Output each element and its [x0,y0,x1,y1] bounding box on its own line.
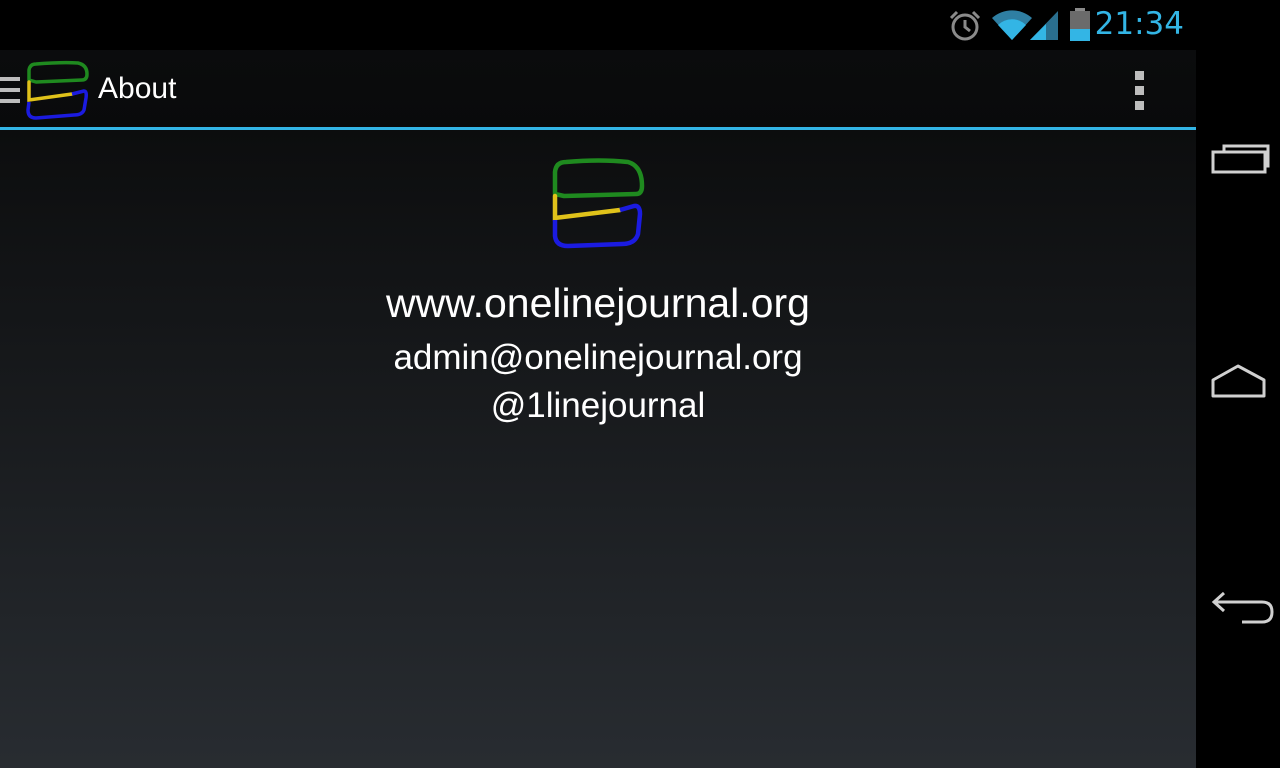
app-screen: 21:34 About www.onelinejournal.org admin… [0,0,1196,768]
battery-icon [1070,8,1090,41]
overflow-menu-icon[interactable] [1126,66,1154,116]
twitter-handle[interactable]: @1linejournal [0,386,1196,426]
home-button[interactable] [1196,338,1280,428]
journal-logo-icon [552,158,645,249]
website-link[interactable]: www.onelinejournal.org [0,280,1196,327]
action-bar-title: About [98,72,177,105]
navigation-bar [1196,0,1280,768]
app-logo-icon[interactable] [22,58,90,122]
status-clock: 21:34 [1094,6,1184,42]
recent-apps-button[interactable] [1196,116,1280,206]
action-bar [0,50,1196,127]
drawer-indicator-icon[interactable] [0,77,20,107]
back-button[interactable] [1196,562,1280,652]
recent-apps-icon [1211,144,1270,174]
signal-icon [1030,11,1058,40]
home-icon [1211,364,1266,398]
status-bar: 21:34 [0,0,1196,50]
about-content: www.onelinejournal.org admin@onelinejour… [0,130,1196,768]
back-icon [1211,591,1274,624]
alarm-icon [949,10,981,41]
email-link[interactable]: admin@onelinejournal.org [0,338,1196,378]
